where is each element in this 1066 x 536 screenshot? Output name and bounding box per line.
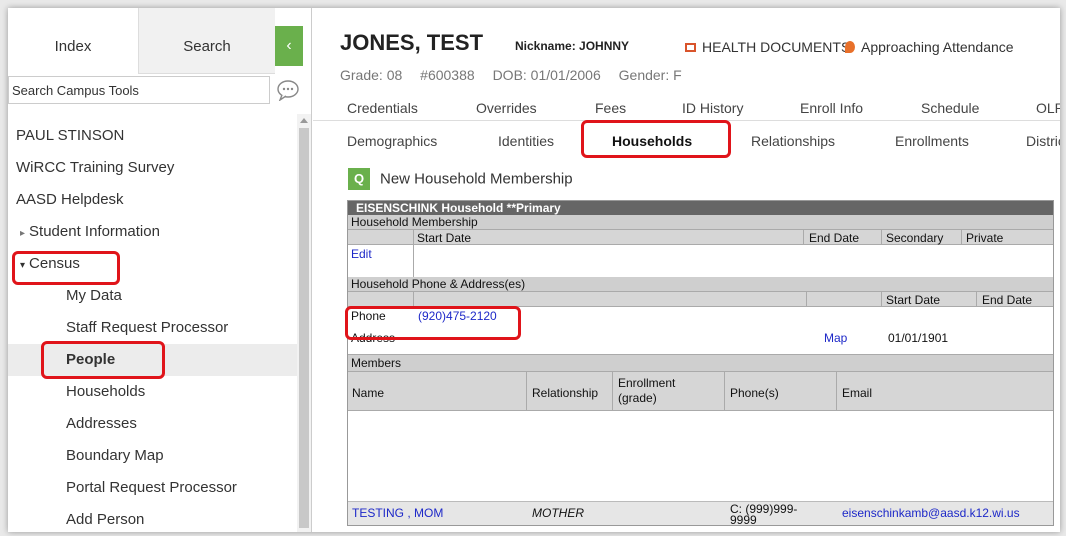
col-enrollment-grade: (grade) <box>618 391 657 405</box>
col-start-date: Start Date <box>417 231 472 245</box>
col-enrollment: Enrollment <box>618 376 676 390</box>
tab-relationships[interactable]: Relationships <box>751 133 835 149</box>
col-relationship: Relationship <box>532 386 599 400</box>
tab-fees[interactable]: Fees <box>595 100 626 116</box>
member-relationship: MOTHER <box>532 506 584 520</box>
tab-households[interactable]: Households <box>612 133 692 149</box>
map-link[interactable]: Map <box>824 331 847 345</box>
tree-item-add-person[interactable]: Add Person <box>8 504 300 532</box>
tab-overrides[interactable]: Overrides <box>476 100 537 116</box>
tree-item-census[interactable]: ▾ Census <box>8 248 300 280</box>
col-private: Private <box>966 231 1004 245</box>
health-documents-icon <box>685 43 696 52</box>
membership-column-header: Start Date End Date Secondary Private <box>348 229 1053 245</box>
address-row: Address Map 01/01/1901 <box>348 323 1053 355</box>
attendance-flag[interactable]: Approaching Attendance <box>845 39 1014 55</box>
phone-address-column-header: Start Date End Date <box>348 291 1053 307</box>
tree-item-people[interactable]: People <box>8 344 300 376</box>
col-phones: Phone(s) <box>730 386 779 400</box>
new-household-membership-label: New Household Membership <box>380 170 573 188</box>
chat-bubble-icon[interactable] <box>276 79 300 101</box>
tab-identities[interactable]: Identities <box>498 133 554 149</box>
tab-olr[interactable]: OLR <box>1036 100 1060 116</box>
col-pa-end-date: End Date <box>982 293 1033 307</box>
student-gender: Gender: F <box>618 67 682 83</box>
tree-item-label: Student Information <box>29 223 160 240</box>
address-label: Address <box>351 331 396 345</box>
member-row: TESTING , MOM MOTHER C: (999)999- 9999 e… <box>348 501 1053 526</box>
membership-section-header: Household Membership <box>348 215 1053 229</box>
phone-label: Phone <box>351 309 386 323</box>
student-demographics-line: Grade: 08 #600388 DOB: 01/01/2006 Gender… <box>340 67 696 83</box>
attendance-flag-icon <box>845 41 855 53</box>
tree-item-portal-request-processor[interactable]: Portal Request Processor <box>8 472 300 504</box>
member-email-link[interactable]: eisenschinkamb@aasd.k12.wi.us <box>842 506 1020 520</box>
student-nickname: Nickname: JOHNNY <box>515 39 630 53</box>
tree-item-student-information[interactable]: ▸ Student Information <box>8 216 300 248</box>
student-name: JONES, TEST <box>340 30 484 55</box>
nav-tabs-row-2: Demographics Identities Households Relat… <box>313 128 1060 154</box>
tree-item-aasd-helpdesk[interactable]: AASD Helpdesk <box>8 184 300 216</box>
search-campus-tools-input[interactable] <box>8 76 270 104</box>
col-end-date: End Date <box>809 231 860 245</box>
tab-district[interactable]: District <box>1026 133 1060 149</box>
tool-tree: PAUL STINSON WiRCC Training Survey AASD … <box>8 120 300 532</box>
address-start-date: 01/01/1901 <box>888 331 949 345</box>
scroll-up-arrow-icon[interactable] <box>300 118 308 123</box>
col-name: Name <box>352 386 385 400</box>
tab-schedule[interactable]: Schedule <box>921 100 979 116</box>
tab-enroll-info[interactable]: Enroll Info <box>800 100 863 116</box>
member-phone: C: (999)999- 9999 <box>730 503 797 526</box>
tree-item-staff-request-processor[interactable]: Staff Request Processor <box>8 312 300 344</box>
membership-row: Edit <box>348 245 1053 277</box>
sidebar: Index Search ‹ PAUL STINSON WiRCC Traini… <box>8 8 312 532</box>
main-area: JONES, TEST Nickname: JOHNNY HEALTH DOCU… <box>313 8 1060 532</box>
health-documents-label: HEALTH DOCUMENTS <box>702 39 851 55</box>
col-secondary: Secondary <box>886 231 944 245</box>
tab-search[interactable]: Search <box>139 8 275 74</box>
col-email: Email <box>842 386 873 400</box>
household-title: EISENSCHINK Household **Primary <box>348 201 1053 215</box>
tree-item-my-data[interactable]: My Data <box>8 280 300 312</box>
student-grade: Grade: 08 <box>340 67 403 83</box>
scrollbar-thumb[interactable] <box>299 128 309 528</box>
tree-item-wircc-training-survey[interactable]: WiRCC Training Survey <box>8 152 300 184</box>
phone-value[interactable]: (920)475-2120 <box>418 309 497 323</box>
tree-item-addresses[interactable]: Addresses <box>8 408 300 440</box>
tree-item-paul-stinson[interactable]: PAUL STINSON <box>8 120 300 152</box>
edit-link[interactable]: Edit <box>351 247 372 261</box>
tab-enrollments[interactable]: Enrollments <box>895 133 969 149</box>
col-pa-start-date: Start Date <box>886 293 941 307</box>
tree-item-boundary-map[interactable]: Boundary Map <box>8 440 300 472</box>
tab-demographics[interactable]: Demographics <box>347 133 437 149</box>
tab-index[interactable]: Index <box>8 8 139 74</box>
household-panel: EISENSCHINK Household **Primary Househol… <box>347 200 1054 526</box>
search-row <box>8 74 312 106</box>
member-name-link[interactable]: TESTING , MOM <box>352 506 443 520</box>
search-icon: Q <box>348 168 370 190</box>
members-column-header: Name Relationship Enrollment (grade) Pho… <box>348 371 1053 411</box>
student-id: #600388 <box>420 67 475 83</box>
nav-tabs-row-1: Credentials Overrides Fees ID History En… <box>313 95 1060 121</box>
app-window: Index Search ‹ PAUL STINSON WiRCC Traini… <box>8 8 1060 532</box>
collapse-arrow-icon: ▾ <box>20 260 26 271</box>
tab-id-history[interactable]: ID History <box>682 100 743 116</box>
attendance-flag-label: Approaching Attendance <box>861 39 1014 55</box>
members-section-header: Members <box>348 355 1053 371</box>
member-phone-line-2: 9999 <box>730 513 757 526</box>
health-documents-link[interactable]: HEALTH DOCUMENTS <box>685 39 850 55</box>
sidebar-tabs: Index Search ‹ <box>8 8 312 74</box>
expand-arrow-icon: ▸ <box>20 228 26 239</box>
tab-credentials[interactable]: Credentials <box>347 100 418 116</box>
new-household-membership-button[interactable]: Q New Household Membership <box>348 168 573 190</box>
collapse-sidebar-button[interactable]: ‹ <box>275 26 303 66</box>
student-dob: DOB: 01/01/2006 <box>492 67 601 83</box>
phone-address-section-header: Household Phone & Address(es) <box>348 277 1053 291</box>
tree-item-households[interactable]: Households <box>8 376 300 408</box>
phone-row: Phone (920)475-2120 <box>348 307 1053 323</box>
sidebar-scrollbar[interactable] <box>297 114 311 532</box>
tree-item-label: Census <box>29 255 80 272</box>
